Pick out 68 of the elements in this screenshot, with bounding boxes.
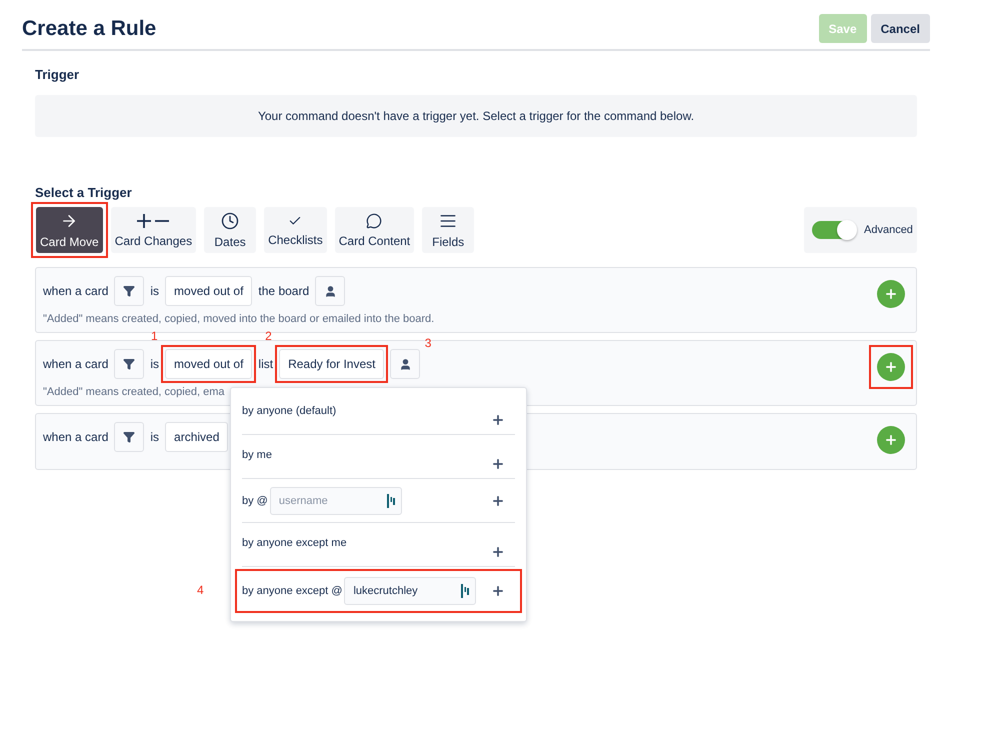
trigger-tab[interactable]: Card Changes <box>110 207 196 253</box>
option-label: by anyone (default) <box>242 405 336 417</box>
option-label: by anyone except me <box>242 537 347 549</box>
rule-text: when a card <box>43 430 108 444</box>
advanced-label: Advanced <box>864 224 913 236</box>
bars-icon <box>386 494 395 508</box>
filter-button[interactable] <box>114 276 144 306</box>
plus-icon <box>491 544 505 558</box>
rule-text: is <box>150 430 160 444</box>
trigger-tab[interactable]: Fields <box>422 207 474 253</box>
bars-icon <box>461 584 470 598</box>
annotation-number: 2 <box>265 329 272 343</box>
rule-text: when a card <box>43 284 108 298</box>
add-rule-button[interactable] <box>877 280 905 308</box>
trigger-tab[interactable]: Dates <box>204 207 256 253</box>
plus-icon <box>884 287 898 301</box>
section-heading: Trigger <box>35 67 80 82</box>
plus-minus-icon <box>136 212 170 228</box>
notice-message: Your command doesn't have a trigger yet. Select a trigger for the command below. <box>35 95 917 137</box>
add-rule-button[interactable] <box>877 426 905 454</box>
trigger-tab[interactable]: Card Content <box>334 207 414 253</box>
plus-icon <box>884 360 898 374</box>
add-rule-button[interactable] <box>877 353 905 381</box>
user-icon <box>324 284 337 298</box>
annotation-number: 1 <box>151 329 158 343</box>
advanced-toggle[interactable] <box>812 221 856 239</box>
trigger-tab[interactable]: Checklists <box>264 207 327 253</box>
rule-text: when a card <box>43 357 108 371</box>
plus-icon <box>491 584 505 598</box>
filter-icon <box>123 358 136 370</box>
option-label: by @ <box>242 494 268 506</box>
user-icon <box>398 358 412 370</box>
filter-button[interactable] <box>114 422 144 452</box>
add-option-button[interactable] <box>491 544 505 558</box>
username-field[interactable]: username <box>270 486 402 514</box>
rule-text: list <box>258 357 274 371</box>
rule-text: is <box>150 284 160 298</box>
rule-text: the board <box>258 284 310 298</box>
add-option-button[interactable] <box>491 412 505 426</box>
dropdown-field[interactable]: moved out of <box>165 276 252 306</box>
rule-hint: "Added" means created, copied, moved into the board or emailed into the board. <box>43 313 434 325</box>
cancel-button[interactable]: Cancel <box>870 14 930 43</box>
plus-icon <box>491 494 505 508</box>
add-option-button[interactable] <box>491 456 505 470</box>
annotation-number: 4 <box>197 583 204 597</box>
option-label: by me <box>242 449 272 461</box>
section-heading: Select a Trigger <box>35 185 133 200</box>
plus-icon <box>491 456 505 470</box>
rule-text: is <box>150 357 160 371</box>
clock-icon <box>221 212 240 230</box>
trigger-tab[interactable]: Card Move <box>36 207 103 253</box>
plus-icon <box>884 433 898 447</box>
add-option-button[interactable] <box>491 494 505 508</box>
speech-bubble-icon <box>366 212 382 228</box>
filter-icon <box>123 431 136 443</box>
user-button[interactable] <box>315 276 346 306</box>
dropdown-field[interactable]: Ready for Invest <box>279 349 384 379</box>
page-title: Create a Rule <box>22 16 156 40</box>
plus-icon <box>491 412 505 426</box>
dropdown-field[interactable]: archived <box>165 422 228 452</box>
dropdown-field[interactable]: moved out of <box>165 349 252 379</box>
add-option-button[interactable] <box>491 584 505 598</box>
filter-icon <box>123 285 136 297</box>
rule-hint: "Added" means created, copied, ema <box>43 386 226 398</box>
annotation-number: 3 <box>424 336 432 350</box>
option-label: by anyone except @ <box>242 585 342 597</box>
username-field[interactable]: lukecrutchley <box>344 577 476 605</box>
filter-button[interactable] <box>114 349 144 379</box>
